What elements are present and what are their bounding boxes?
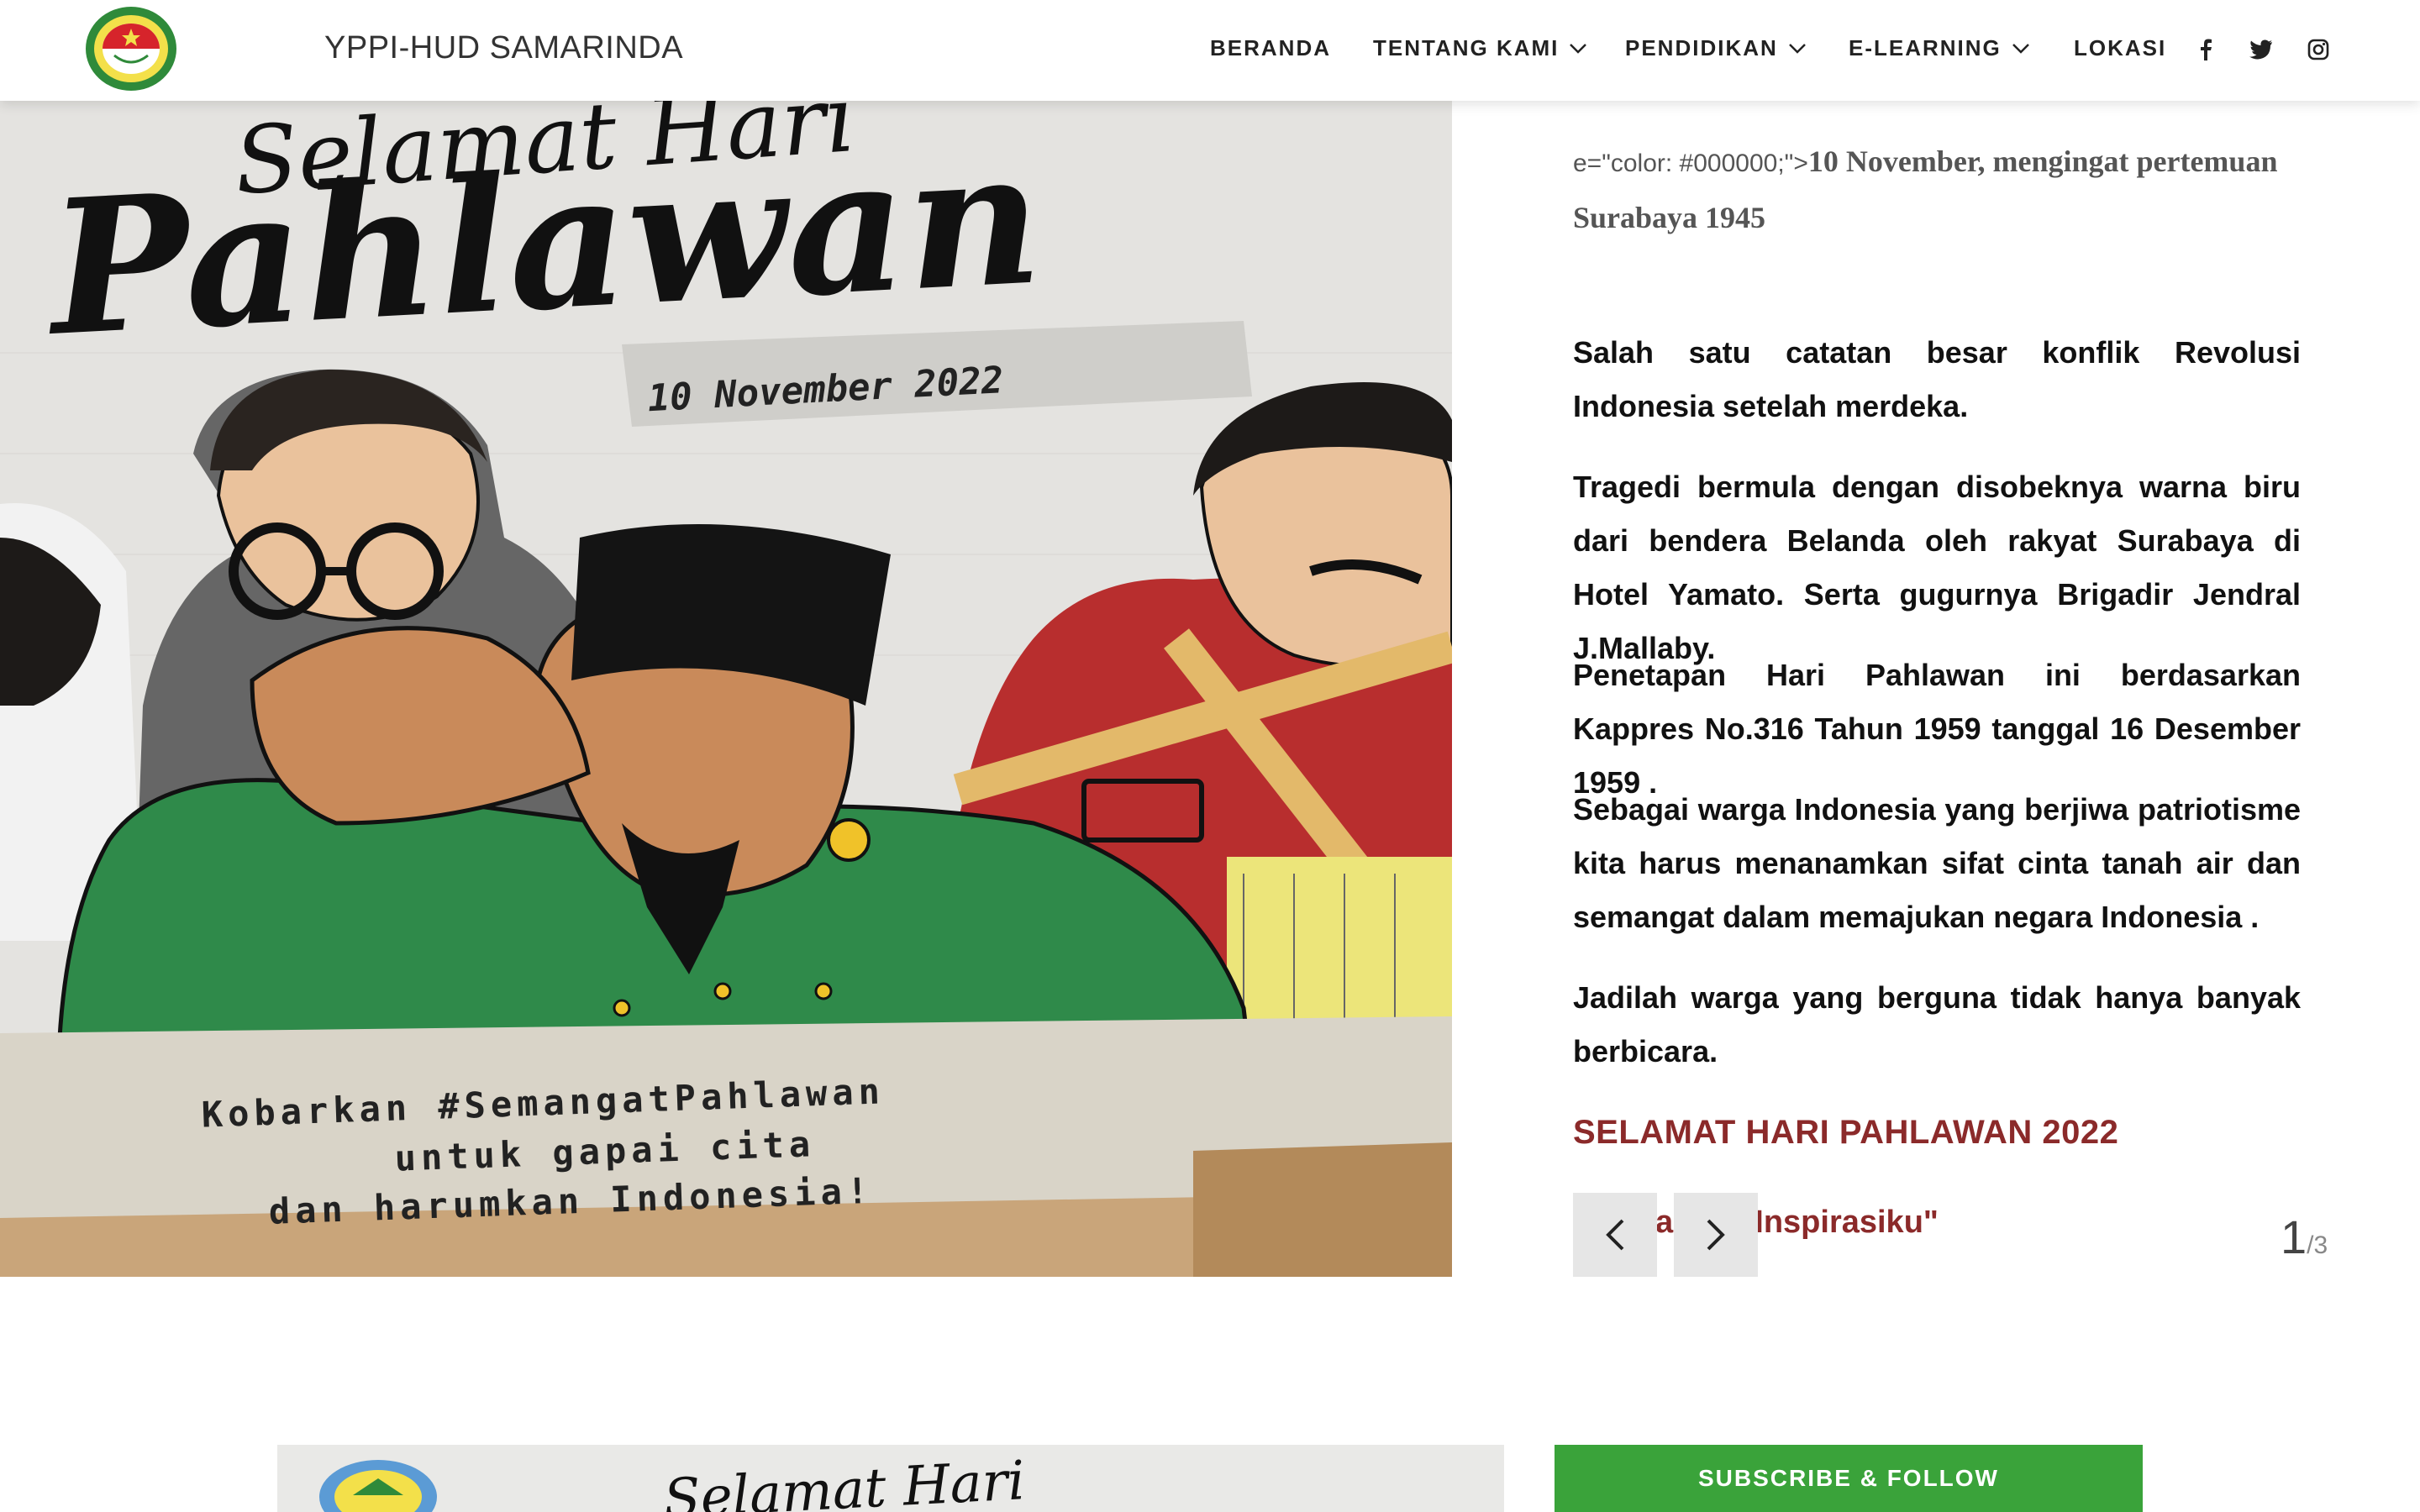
subscribe-follow-button[interactable]: SUBSCRIBE & FOLLOW <box>1555 1445 2143 1512</box>
chevron-right-icon <box>1707 1219 1725 1251</box>
instagram-icon[interactable] <box>2306 37 2331 62</box>
site-header: YPPI-HUD SAMARINDA BERANDA TENTANG KAMI … <box>0 0 2420 101</box>
nav-label: PENDIDIKAN <box>1625 35 1778 60</box>
article-intro: e="color: #000000;">10 November, menging… <box>1573 134 2301 244</box>
slide-counter: 1/3 <box>2281 1210 2328 1264</box>
site-title[interactable]: YPPI-HUD SAMARINDA <box>324 30 683 66</box>
hero-poster-image: Selamat Hari Pahlawan 10 November 2022 K… <box>0 101 1452 1277</box>
article-paragraph: Salah satu catatan besar konflik Revolus… <box>1573 335 2301 423</box>
article-paragraph: Jadilah warga yang berguna tidak hanya b… <box>1573 980 2301 1068</box>
post-thumbnail[interactable]: Selamat Hari <box>277 1445 1504 1512</box>
stray-code-text: e="color: #000000;"> <box>1573 150 1808 177</box>
slide-current: 1 <box>2281 1210 2307 1263</box>
chevron-down-icon <box>1788 43 1806 54</box>
chevron-left-icon <box>1606 1219 1624 1251</box>
article-paragraph: Sebagai warga Indonesia yang berjiwa pat… <box>1573 792 2301 934</box>
slider-prev-button[interactable] <box>1573 1193 1657 1277</box>
nav-pendidikan[interactable]: PENDIDIKAN <box>1625 35 1807 61</box>
chevron-down-icon <box>2012 43 2029 54</box>
nav-tentang-kami[interactable]: TENTANG KAMI <box>1373 35 1587 61</box>
nav-label: BERANDA <box>1210 35 1331 60</box>
nav-label: LOKASI <box>2074 35 2167 60</box>
facebook-icon[interactable] <box>2193 37 2218 62</box>
nav-label: TENTANG KAMI <box>1373 35 1560 60</box>
school-logo[interactable] <box>82 3 180 94</box>
nav-label: E-LEARNING <box>1849 35 2002 60</box>
chevron-down-icon <box>1570 43 1587 54</box>
nav-beranda[interactable]: BERANDA <box>1210 35 1331 61</box>
celebrate-heading: SELAMAT HARI PAHLAWAN 2022 <box>1573 1114 2119 1151</box>
slider-next-button[interactable] <box>1674 1193 1758 1277</box>
nav-lokasi[interactable]: LOKASI <box>2074 35 2166 61</box>
article-paragraph: Tragedi bermula dengan disobeknya warna … <box>1573 470 2301 665</box>
slide-total: /3 <box>2307 1231 2328 1259</box>
nav-e-learning[interactable]: E-LEARNING <box>1849 35 2030 61</box>
twitter-icon[interactable] <box>2249 37 2274 62</box>
